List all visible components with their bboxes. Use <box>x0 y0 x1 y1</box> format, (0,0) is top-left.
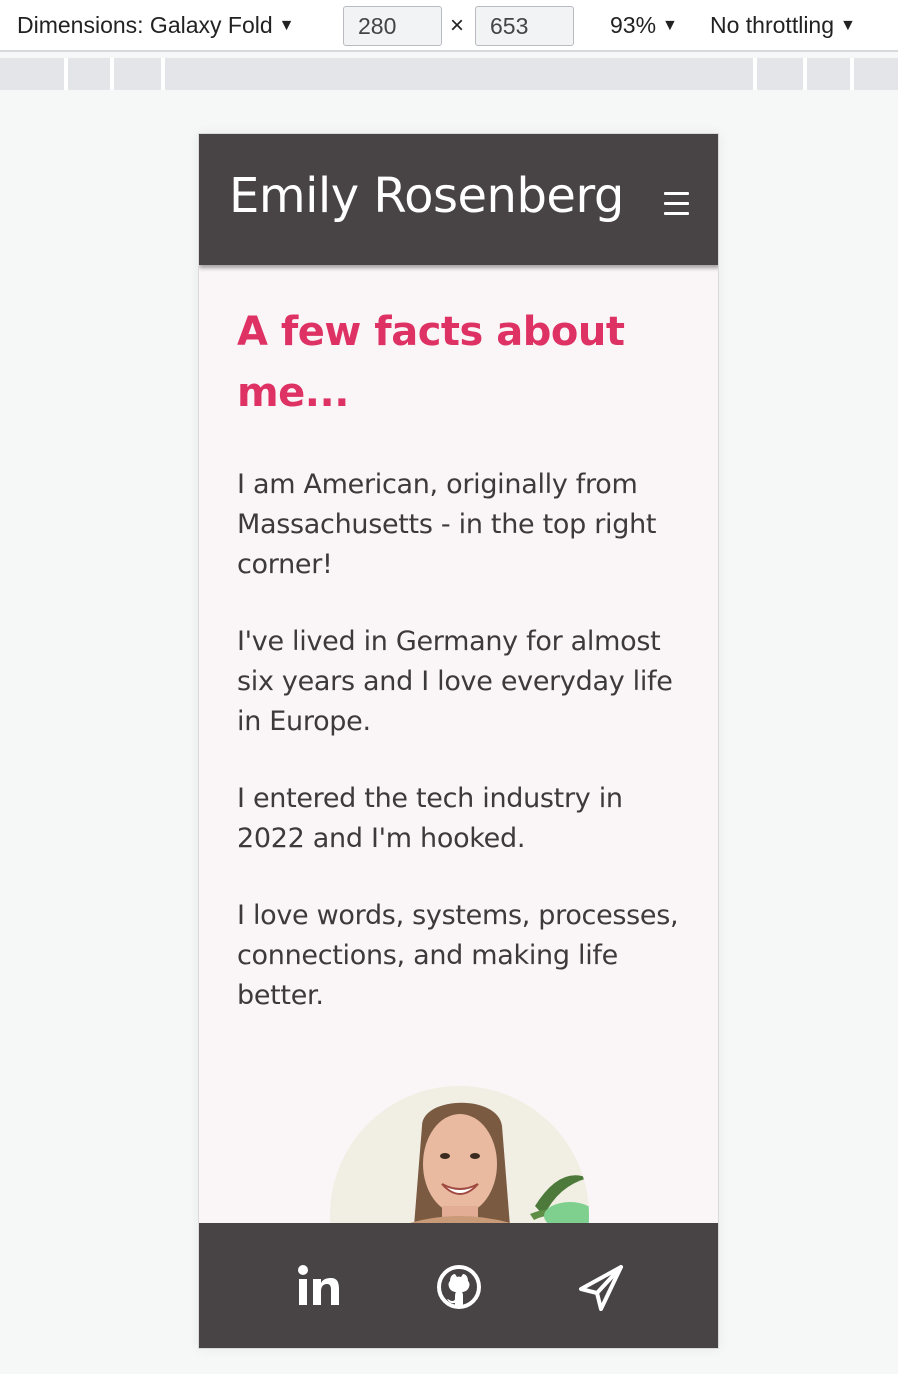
media-query-divider <box>110 58 114 90</box>
device-viewport: Emily Rosenberg A few facts about me... … <box>198 133 719 1349</box>
site-footer <box>199 1223 718 1348</box>
linkedin-icon[interactable] <box>291 1259 347 1315</box>
send-icon[interactable] <box>573 1259 629 1315</box>
viewport-width-input[interactable]: 280 <box>343 6 442 46</box>
site-header: Emily Rosenberg <box>199 134 718 265</box>
about-section: A few facts about me... I am American, o… <box>237 302 697 1016</box>
page-heading: A few facts about me... <box>237 309 625 416</box>
fact-paragraph: I've lived in Germany for almost six yea… <box>237 626 673 737</box>
chevron-down-icon: ▼ <box>278 17 295 34</box>
zoom-dropdown[interactable]: 93% ▼ <box>610 12 678 39</box>
viewport-height-input[interactable]: 653 <box>475 6 574 46</box>
device-dimensions-label: Dimensions: Galaxy Fold <box>17 12 273 38</box>
times-separator: × <box>450 12 465 39</box>
hamburger-menu-icon[interactable] <box>662 192 692 218</box>
media-query-divider <box>753 58 757 90</box>
media-query-divider <box>850 58 854 90</box>
devtools-toolbar: Dimensions: Galaxy Fold ▼ 280 × 653 93% ▼ … <box>0 0 898 52</box>
media-query-divider <box>64 58 68 90</box>
chevron-down-icon: ▼ <box>662 17 678 34</box>
throttling-label: No throttling <box>710 12 835 38</box>
media-query-divider <box>161 58 165 90</box>
fact-paragraph: I love words, systems, processes, connec… <box>237 900 679 1011</box>
fact-paragraph: I am American, originally from Massachus… <box>237 469 657 580</box>
media-query-bar[interactable] <box>0 58 898 90</box>
site-title[interactable]: Emily Rosenberg <box>229 168 624 224</box>
chevron-down-icon: ▼ <box>840 17 856 34</box>
fact-paragraph: I entered the tech industry in 2022 and … <box>237 783 623 854</box>
zoom-label: 93% <box>610 12 657 38</box>
device-dimensions-dropdown[interactable]: Dimensions: Galaxy Fold ▼ <box>17 12 295 39</box>
media-query-divider <box>803 58 807 90</box>
throttling-dropdown[interactable]: No throttling ▼ <box>710 12 856 39</box>
github-icon[interactable] <box>431 1259 487 1315</box>
